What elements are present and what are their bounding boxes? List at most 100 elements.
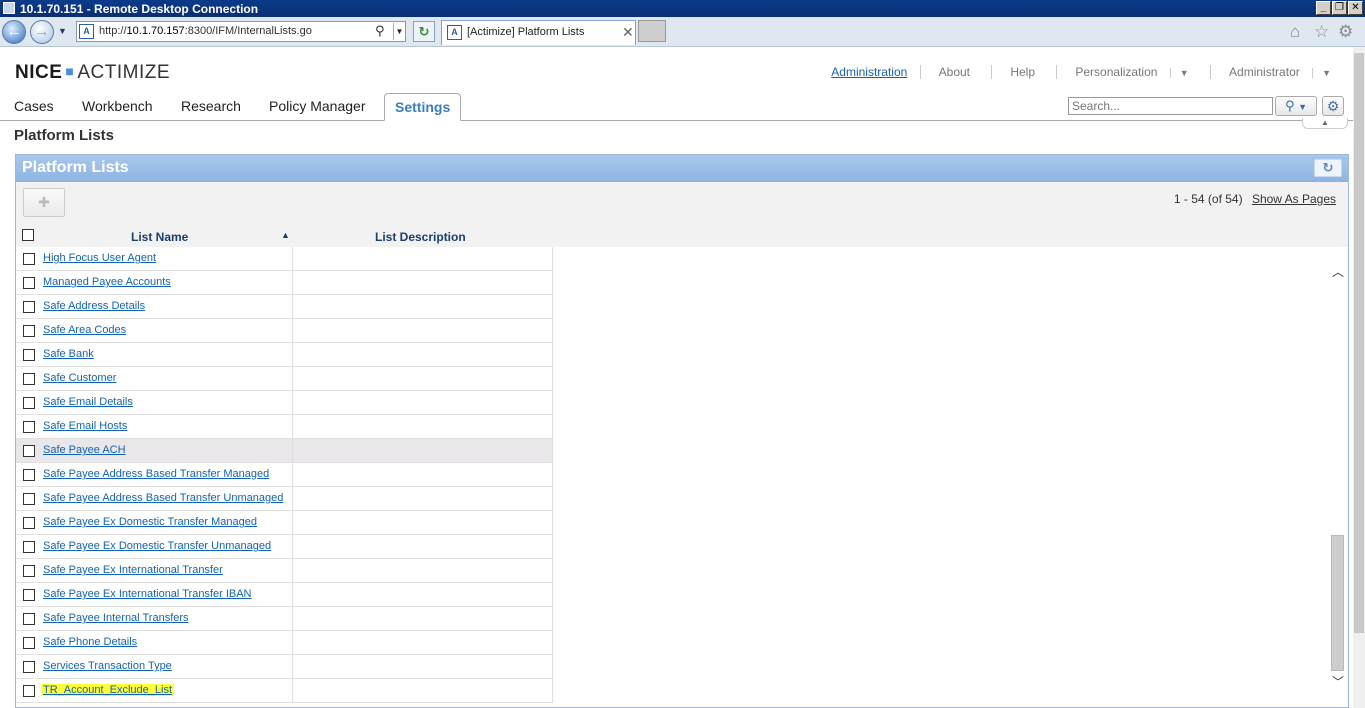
sort-ascending-icon[interactable]: ▲ [281, 230, 290, 240]
list-name-link[interactable]: Safe Phone Details [43, 636, 137, 648]
tab-research[interactable]: Research [181, 98, 241, 114]
row-checkbox[interactable] [23, 373, 35, 385]
help-link[interactable]: Help [991, 65, 1053, 79]
row-checkbox[interactable] [23, 613, 35, 625]
address-dropdown-icon[interactable]: ▼ [393, 23, 405, 40]
tab-cases[interactable]: Cases [14, 98, 54, 114]
list-name-link[interactable]: Safe Payee Ex Domestic Transfer Unmanage… [43, 540, 271, 552]
table-row: Safe Payee Ex International Transfer IBA… [16, 583, 553, 607]
list-name-link[interactable]: Safe Email Hosts [43, 420, 127, 432]
list-name-link[interactable]: Safe Payee Ex International Transfer [43, 564, 223, 576]
home-icon[interactable]: ⌂ [1290, 22, 1300, 42]
row-checkbox[interactable] [23, 541, 35, 553]
list-name-link[interactable]: High Focus User Agent [43, 252, 156, 264]
minimize-icon[interactable]: _ [1316, 1, 1331, 15]
list-name-link[interactable]: Safe Payee Address Based Transfer Unmana… [43, 492, 283, 504]
row-checkbox[interactable] [23, 325, 35, 337]
administrator-menu[interactable]: Administrator ▼ [1210, 65, 1349, 79]
table-row: Safe Email Hosts [16, 415, 553, 439]
row-checkbox[interactable] [23, 277, 35, 289]
column-header-list-description[interactable]: List Description [375, 230, 466, 244]
row-checkbox[interactable] [23, 637, 35, 649]
favorites-star-icon[interactable]: ☆ [1314, 22, 1329, 42]
refresh-icon: ↻ [1322, 160, 1334, 175]
list-name-link[interactable]: Safe Payee ACH [43, 444, 126, 456]
table-row: Safe Payee Internal Transfers [16, 607, 553, 631]
close-icon[interactable]: ✕ [1348, 1, 1363, 15]
rdp-icon [3, 2, 15, 14]
row-checkbox[interactable] [23, 685, 35, 697]
select-all-checkbox[interactable] [22, 229, 34, 241]
panel-refresh-button[interactable]: ↻ [1314, 159, 1342, 177]
table-header: List Name ▲ List Description [16, 225, 1348, 247]
row-checkbox[interactable] [23, 253, 35, 265]
collapse-header-handle[interactable]: ▲ [1302, 118, 1348, 129]
row-checkbox[interactable] [23, 445, 35, 457]
settings-gear-button[interactable]: ⚙ [1322, 96, 1344, 116]
row-checkbox[interactable] [23, 349, 35, 361]
about-link[interactable]: About [919, 65, 988, 79]
list-description-cell [292, 655, 293, 679]
row-checkbox[interactable] [23, 421, 35, 433]
administration-link[interactable]: Administration [822, 65, 916, 79]
list-name-link[interactable]: Safe Bank [43, 348, 94, 360]
tools-gear-icon[interactable]: ⚙ [1338, 22, 1353, 42]
row-checkbox[interactable] [23, 397, 35, 409]
table-row: Safe Phone Details [16, 631, 553, 655]
url-text[interactable]: http://10.1.70.157:8300/IFM/InternalList… [99, 25, 312, 37]
table-scrollbar[interactable]: ︿ ﹀ [1329, 247, 1347, 708]
personalization-menu[interactable]: Personalization ▼ [1056, 65, 1206, 79]
row-checkbox[interactable] [23, 469, 35, 481]
table-row: Safe Email Details [16, 391, 553, 415]
add-list-button[interactable]: ✚ [23, 188, 65, 217]
search-input[interactable] [1068, 97, 1273, 115]
new-tab-button[interactable] [638, 20, 666, 42]
list-name-link[interactable]: Safe Email Details [43, 396, 133, 408]
restore-icon[interactable]: ❐ [1332, 1, 1347, 15]
address-search-icon[interactable]: ⚲ [375, 23, 385, 39]
list-description-cell [292, 439, 293, 463]
row-checkbox[interactable] [23, 565, 35, 577]
list-name-link[interactable]: TR_Account_Exclude_List [41, 684, 175, 696]
list-name-link[interactable]: Safe Customer [43, 372, 116, 384]
list-description-cell [292, 583, 293, 607]
list-name-link[interactable]: Services Transaction Type [43, 660, 172, 672]
compat-refresh-icon[interactable]: ↻ [413, 21, 435, 42]
scroll-down-icon[interactable]: ﹀ [1332, 673, 1344, 690]
browser-tab[interactable]: A [Actimize] Platform Lists ✕ [441, 20, 636, 45]
list-name-link[interactable]: Managed Payee Accounts [43, 276, 171, 288]
window-scrollbar[interactable] [1353, 47, 1365, 708]
address-bar[interactable]: A http://10.1.70.157:8300/IFM/InternalLi… [76, 21, 406, 42]
row-checkbox[interactable] [23, 661, 35, 673]
back-icon[interactable]: ← [2, 20, 26, 44]
list-name-link[interactable]: Safe Address Details [43, 300, 145, 312]
forward-icon[interactable]: → [30, 20, 54, 44]
platform-lists-panel: Platform Lists ↻ ✚ 1 - 54 (of 54) Show A… [15, 154, 1349, 708]
column-header-list-name[interactable]: List Name [131, 230, 188, 244]
list-description-cell [292, 247, 293, 271]
show-as-pages-link[interactable]: Show As Pages [1252, 192, 1336, 206]
list-name-link[interactable]: Safe Payee Ex International Transfer IBA… [43, 588, 252, 600]
list-name-link[interactable]: Safe Payee Internal Transfers [43, 612, 189, 624]
list-name-link[interactable]: Safe Payee Ex Domestic Transfer Managed [43, 516, 257, 528]
tab-title: [Actimize] Platform Lists [467, 26, 585, 38]
list-description-cell [292, 535, 293, 559]
tab-settings[interactable]: Settings [384, 93, 462, 121]
scrollbar-thumb[interactable] [1331, 535, 1344, 671]
list-description-cell [292, 631, 293, 655]
tab-workbench[interactable]: Workbench [82, 98, 153, 114]
table-row: Safe Payee Ex Domestic Transfer Unmanage… [16, 535, 553, 559]
tab-policy-manager[interactable]: Policy Manager [269, 98, 366, 114]
search-button[interactable]: ⚲ ▼ [1275, 96, 1317, 116]
row-checkbox[interactable] [23, 301, 35, 313]
window-scrollbar-thumb[interactable] [1354, 53, 1364, 633]
tab-close-icon[interactable]: ✕ [622, 24, 634, 41]
row-checkbox[interactable] [23, 589, 35, 601]
scroll-up-icon[interactable]: ︿ [1332, 263, 1344, 280]
row-checkbox[interactable] [23, 493, 35, 505]
row-checkbox[interactable] [23, 517, 35, 529]
list-name-link[interactable]: Safe Payee Address Based Transfer Manage… [43, 468, 269, 480]
pager: 1 - 54 (of 54) Show As Pages [1174, 192, 1336, 206]
list-name-link[interactable]: Safe Area Codes [43, 324, 126, 336]
history-dropdown-icon[interactable]: ▼ [58, 26, 67, 36]
